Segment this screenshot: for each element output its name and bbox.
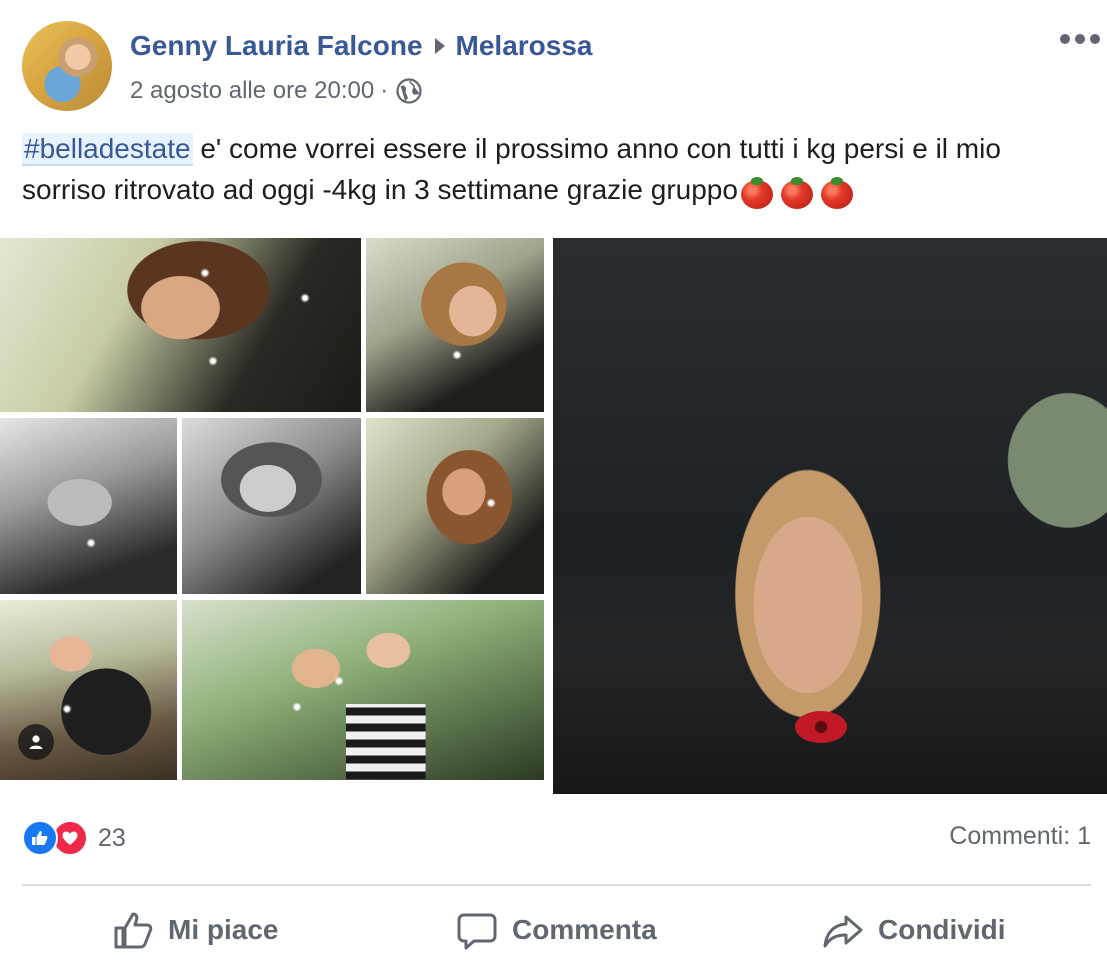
- reactions-summary[interactable]: 23: [22, 820, 126, 856]
- post-meta: 2 agosto alle ore 20:00 ·: [130, 74, 422, 108]
- post-text: #belladestate e' come vorrei essere il p…: [22, 128, 1092, 210]
- tomato-icon: [740, 175, 774, 209]
- share-arrow-icon: [823, 915, 863, 948]
- share-button[interactable]: Condividi: [822, 904, 1006, 956]
- collage-photo-7[interactable]: [182, 600, 544, 780]
- author-name-link[interactable]: Genny Lauria Falcone: [130, 30, 423, 62]
- more-options-button[interactable]: [1060, 28, 1100, 50]
- like-button[interactable]: Mi piace: [112, 904, 278, 956]
- like-reaction-icon: [22, 820, 58, 856]
- collage-photo-1[interactable]: [0, 238, 361, 412]
- timestamp-link[interactable]: 2 agosto alle ore 20:00: [130, 77, 374, 105]
- collage-photo-4[interactable]: [182, 418, 361, 594]
- globe-icon[interactable]: [396, 78, 422, 104]
- meta-separator: ·: [380, 77, 389, 104]
- selfie-photo[interactable]: [553, 238, 1107, 794]
- tomato-icon: [780, 175, 814, 209]
- thumbs-up-icon: [114, 912, 153, 949]
- arrow-right-icon: [434, 38, 445, 54]
- comments-count-link[interactable]: Commenti: 1: [949, 822, 1091, 851]
- collage-photo-3[interactable]: [0, 418, 177, 594]
- comment-button-label: Commenta: [512, 914, 657, 945]
- ellipsis-icon: [1060, 34, 1070, 44]
- comment-bubble-icon: [457, 913, 497, 950]
- reaction-count: 23: [98, 823, 126, 852]
- share-button-label: Condividi: [878, 914, 1006, 945]
- divider: [22, 884, 1091, 886]
- hashtag-link[interactable]: #belladestate: [22, 133, 193, 166]
- collage-photo-5[interactable]: [366, 418, 544, 594]
- photo-grid: [0, 238, 1107, 794]
- avatar[interactable]: [22, 21, 112, 111]
- group-name-link[interactable]: Melarossa: [456, 30, 593, 62]
- tomato-icon: [820, 175, 854, 209]
- lips: [795, 711, 847, 743]
- person-tag-icon[interactable]: [18, 724, 54, 760]
- emoji-group: [740, 175, 854, 209]
- post-author-line: Genny Lauria Falcone Melarossa: [130, 28, 593, 64]
- like-button-label: Mi piace: [168, 914, 279, 945]
- collage-photo-2[interactable]: [366, 238, 544, 412]
- comment-button[interactable]: Commenta: [456, 904, 657, 956]
